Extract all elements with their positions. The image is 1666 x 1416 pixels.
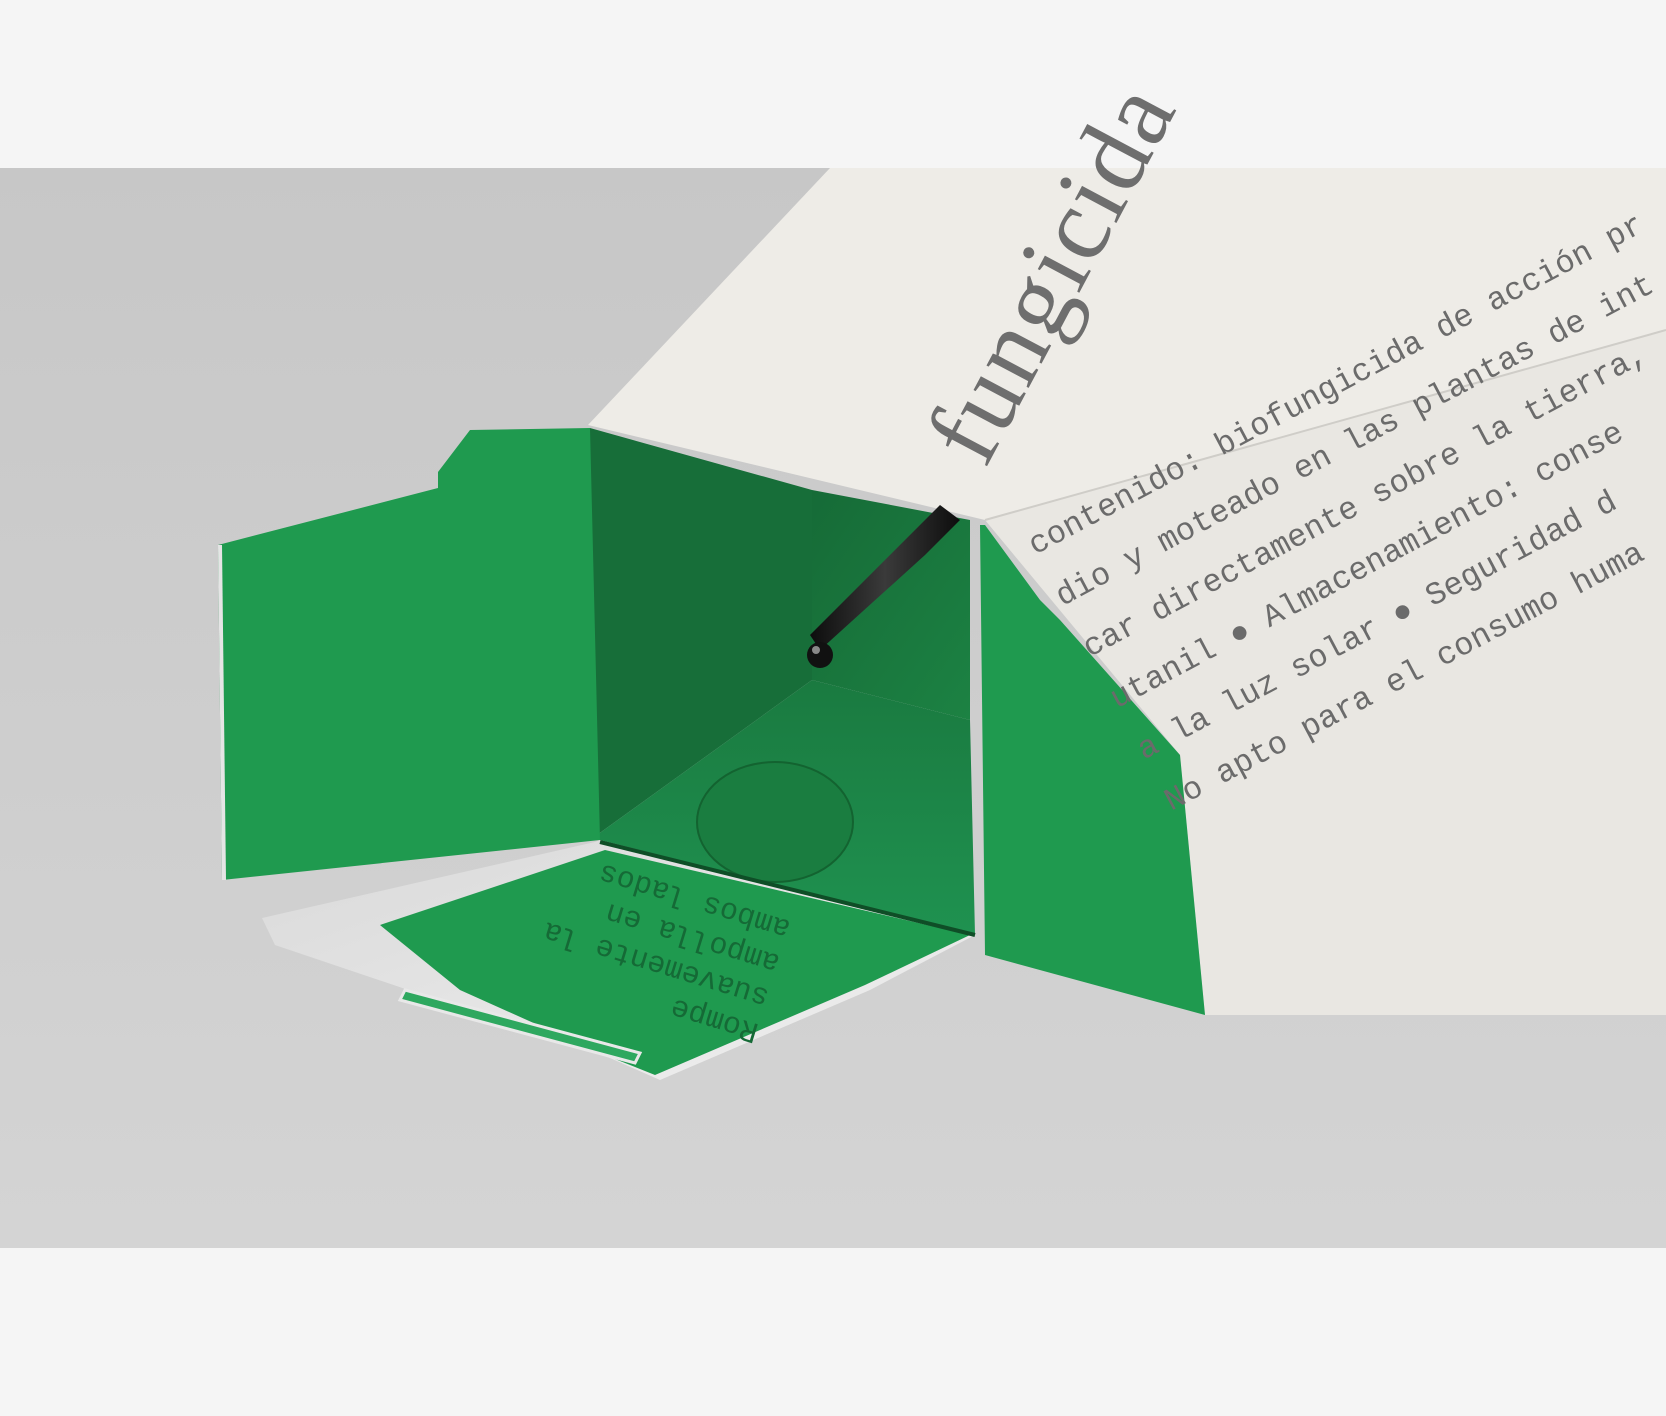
packaging-illustration: fungicida contenido: biofungicida de acc… xyxy=(0,64,1666,1248)
product-mockup-scene: fungicida contenido: biofungicida de acc… xyxy=(0,0,1666,1416)
ampoule-holder-hole xyxy=(696,761,854,883)
